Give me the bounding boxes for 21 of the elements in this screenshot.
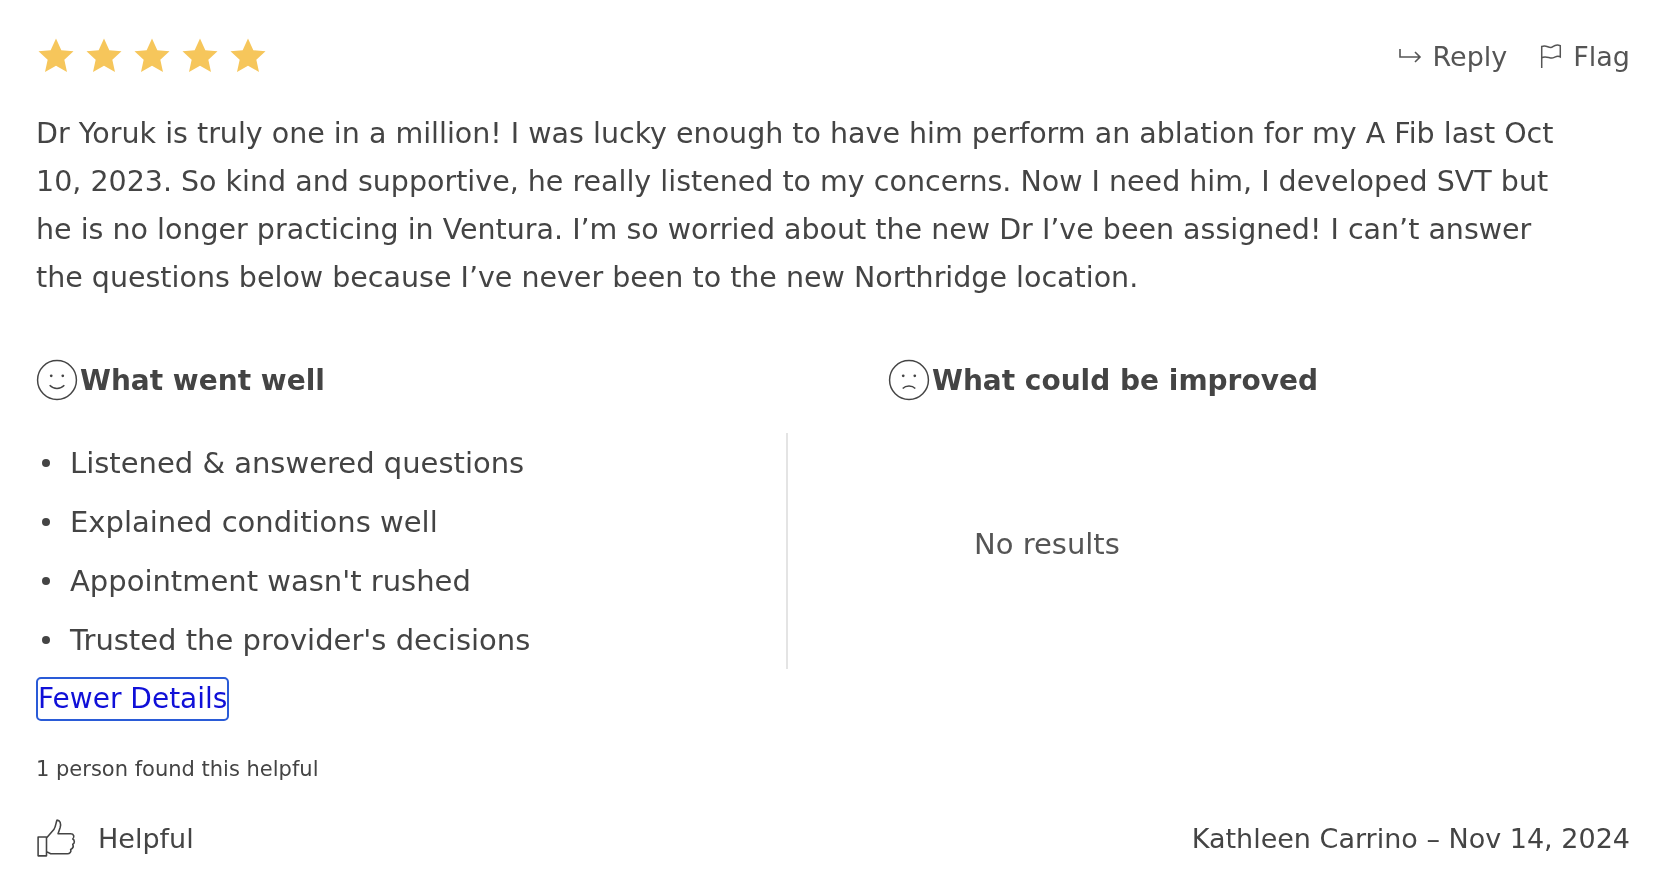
author-date: Kathleen Carrino – Nov 14, 2024	[1191, 822, 1630, 854]
list-item: Explained conditions well	[70, 504, 438, 539]
review-text: Dr Yoruk is truly one in a million! I was lucky enough to have him perform an ablation for my A Fib last Oct 10, 2023. So kind and supportive, he really listened to my concerns. Now I need him, I developed SVT but he is no longer practicing in Ventura. I’m so worried about the new Dr I’ve been assigned! I can’t answer the questions below because I’ve never been to the new Northridge location.	[36, 116, 1555, 296]
helpful-count: 1 person found this helpful	[36, 757, 320, 781]
section-heading: What went well	[80, 363, 325, 397]
bullet-dot	[42, 517, 50, 526]
action-link[interactable]: Flag	[1537, 40, 1630, 72]
section-heading: What could be improved	[932, 363, 1318, 397]
bullet-dot	[42, 458, 50, 467]
smiley-face-icon	[36, 359, 78, 401]
bullet-dot	[42, 635, 50, 644]
fewer-details-link[interactable]: Fewer Details	[36, 677, 230, 721]
thumbs-up-icon	[36, 817, 78, 859]
list-item: Appointment wasn't rushed	[70, 563, 471, 598]
sad-face-icon	[888, 359, 930, 401]
action-link[interactable]: Reply	[1396, 40, 1508, 72]
helpful-button[interactable]: Helpful	[36, 817, 194, 859]
list-item: Trusted the provider's decisions	[70, 622, 531, 657]
bullet-dot	[42, 576, 50, 585]
empty-message: No results	[974, 527, 1120, 561]
list-item: Listened & answered questions	[70, 445, 525, 480]
